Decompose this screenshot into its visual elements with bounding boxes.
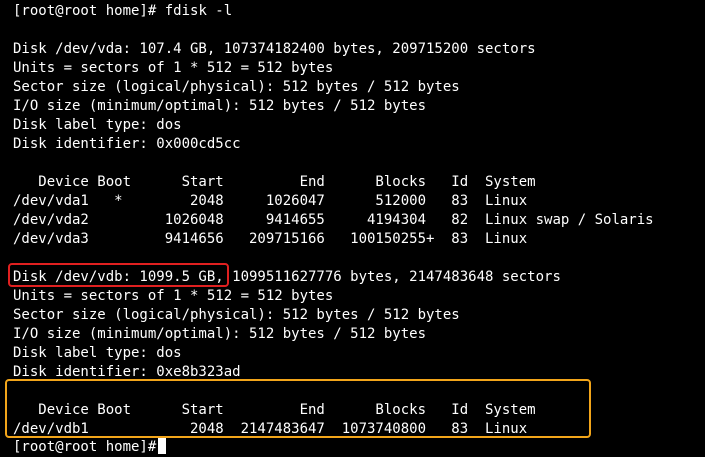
vda-disk-line: Disk /dev/vda: 107.4 GB, 107374182400 by… [13, 41, 536, 57]
terminal-window[interactable]: [root@root home]# fdisk -l Disk /dev/vda… [0, 0, 705, 457]
table-row: /dev/vda1 * 2048 1026047 512000 83 Linux [13, 193, 528, 209]
partition-table-highlight [5, 379, 591, 438]
command-text: fdisk -l [156, 3, 233, 19]
vdb-label-type-line: Disk label type: dos [13, 345, 182, 361]
vda-label-type-line: Disk label type: dos [13, 117, 182, 133]
text-cursor [158, 438, 167, 454]
vda-io-size-line: I/O size (minimum/optimal): 512 bytes / … [13, 98, 427, 114]
table-row: /dev/vda3 9414656 209715166 100150255+ 8… [13, 231, 528, 247]
vda-identifier-line: Disk identifier: 0x000cd5cc [13, 136, 241, 152]
shell-prompt: [root@root home]# [13, 3, 157, 19]
vda-units-line: Units = sectors of 1 * 512 = 512 bytes [13, 60, 334, 76]
vdb-io-size-line: I/O size (minimum/optimal): 512 bytes / … [13, 326, 427, 342]
shell-prompt: [root@root home]# [13, 439, 157, 455]
final-command-line[interactable]: [root@root home]# [13, 438, 167, 457]
command-line: [root@root home]# fdisk -l [13, 2, 232, 21]
vdb-units-line: Units = sectors of 1 * 512 = 512 bytes [13, 288, 334, 304]
vdb-sector-size-line: Sector size (logical/physical): 512 byte… [13, 307, 460, 323]
vda-sector-size-line: Sector size (logical/physical): 512 byte… [13, 79, 460, 95]
vda-table-header: Device Boot Start End Blocks Id System [13, 174, 536, 190]
table-row: /dev/vda2 1026048 9414655 4194304 82 Lin… [13, 212, 654, 228]
disk-size-highlight [8, 263, 229, 287]
